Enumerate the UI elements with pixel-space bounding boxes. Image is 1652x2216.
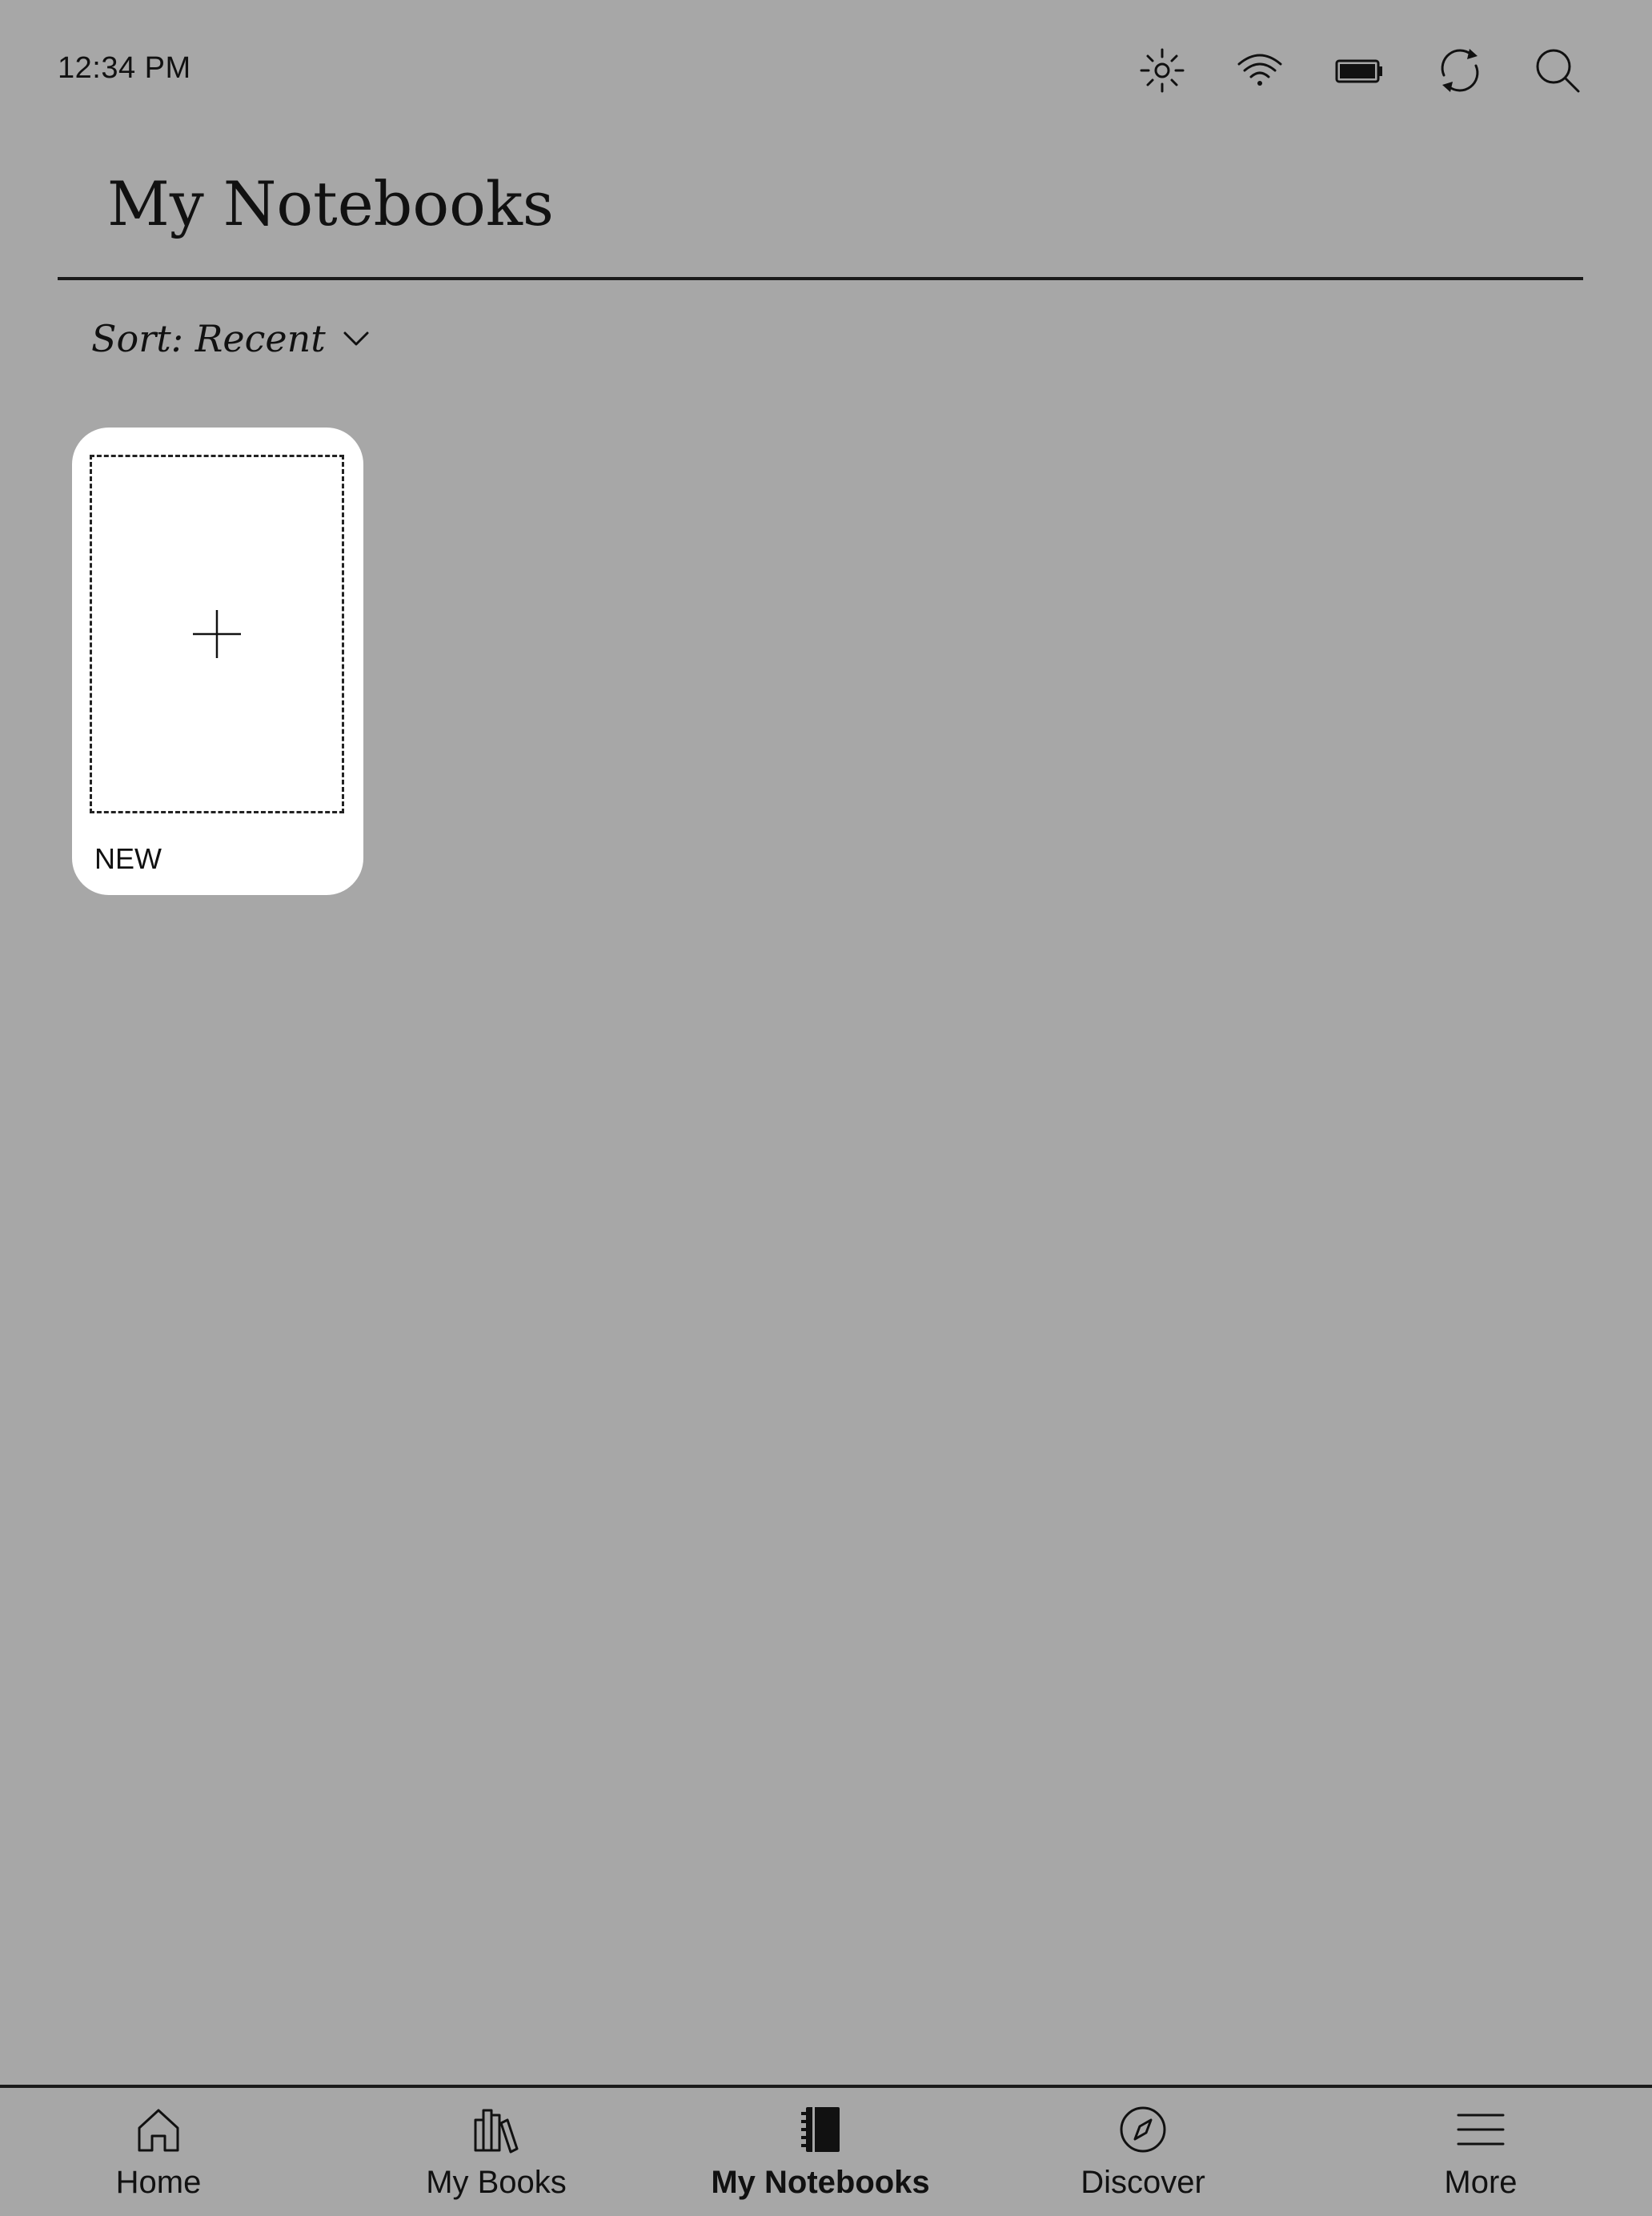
page-title: My Notebooks (107, 168, 554, 239)
nav-discover-label: Discover (1081, 2165, 1205, 2200)
nav-my-notebooks-label: My Notebooks (711, 2165, 930, 2200)
nav-my-notebooks[interactable]: My Notebooks (676, 2088, 964, 2216)
bottom-nav: Home My Books My Notebooks Discover More (0, 2085, 1652, 2216)
notebook-icon (793, 2102, 848, 2157)
brightness-icon[interactable] (1137, 45, 1188, 96)
nav-more[interactable]: More (1337, 2088, 1625, 2216)
new-notebook-label: NEW (94, 842, 162, 875)
nav-my-books-label: My Books (426, 2165, 567, 2200)
wifi-icon[interactable] (1234, 45, 1285, 96)
sync-icon[interactable] (1434, 45, 1486, 96)
new-notebook-placeholder (90, 455, 344, 813)
clock: 12:34 PM (58, 51, 191, 85)
nav-more-label: More (1444, 2165, 1518, 2200)
compass-icon (1116, 2102, 1170, 2157)
battery-icon[interactable] (1333, 45, 1385, 96)
nav-home-label: Home (115, 2165, 202, 2200)
status-bar: 12:34 PM (0, 0, 1652, 144)
nav-discover[interactable]: Discover (999, 2088, 1287, 2216)
sort-label: Sort: Recent (91, 317, 326, 360)
home-icon (131, 2102, 186, 2157)
new-notebook-card[interactable]: NEW (72, 428, 363, 895)
chevron-down-icon (340, 323, 372, 355)
menu-icon (1454, 2102, 1508, 2157)
books-icon (469, 2102, 523, 2157)
plus-icon (191, 608, 243, 660)
sort-dropdown[interactable]: Sort: Recent (91, 311, 372, 367)
nav-my-books[interactable]: My Books (352, 2088, 640, 2216)
title-divider (58, 277, 1583, 280)
nav-home[interactable]: Home (14, 2088, 303, 2216)
search-icon[interactable] (1532, 45, 1583, 96)
